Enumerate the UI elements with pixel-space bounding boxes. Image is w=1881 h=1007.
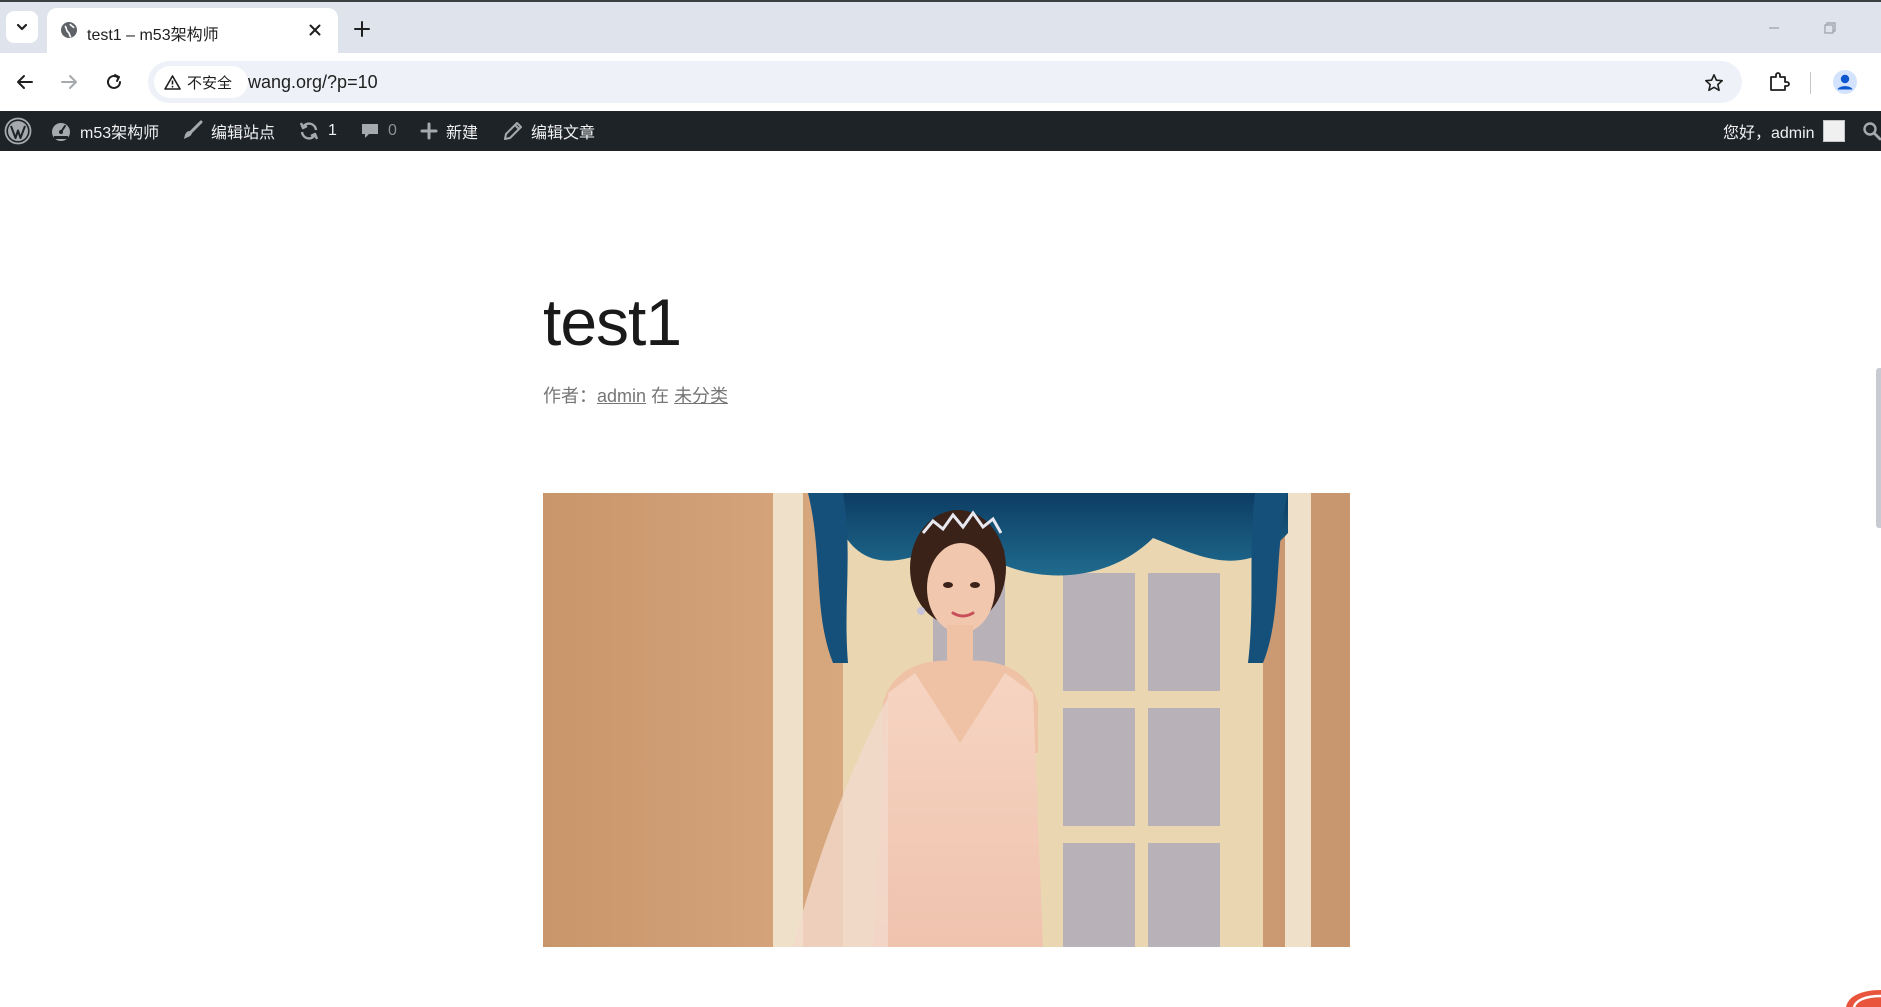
- updates-link[interactable]: 1: [298, 111, 337, 151]
- reload-button[interactable]: [99, 67, 129, 97]
- minimize-button[interactable]: [1762, 16, 1786, 40]
- bookmark-button[interactable]: [1702, 71, 1726, 95]
- featured-image-illustration: [543, 493, 1350, 947]
- restore-icon: [1824, 22, 1836, 34]
- browser-toolbar: 不安全 wang.org/?p=10: [0, 53, 1881, 111]
- profile-button[interactable]: [1830, 67, 1860, 97]
- category-prefix: 在: [651, 386, 670, 406]
- greeting-label: 您好，admin: [1723, 125, 1815, 142]
- arrow-right-icon: [61, 75, 77, 89]
- search-icon: [1863, 122, 1881, 141]
- corner-badge-icon: [1846, 990, 1881, 1007]
- customize-label: 编辑站点: [211, 125, 276, 142]
- close-icon: [309, 24, 321, 36]
- scroll-indicator[interactable]: [1876, 368, 1881, 528]
- puzzle-icon: [1770, 72, 1790, 91]
- post-meta: 作者：admin 在 未分类: [543, 382, 728, 408]
- avatar: [1822, 120, 1845, 142]
- browser-tab-strip: test1 – m53架构师: [0, 0, 1881, 55]
- wordpress-logo-icon: [4, 117, 32, 145]
- site-security-chip[interactable]: 不安全: [154, 66, 248, 98]
- comment-bubble-icon: [362, 124, 378, 138]
- globe-icon: [61, 22, 77, 38]
- site-name-label: m53架构师: [80, 125, 160, 142]
- url-text[interactable]: wang.org/?p=10: [248, 72, 378, 93]
- back-button[interactable]: [10, 67, 40, 97]
- comments-count: 0: [388, 122, 397, 139]
- edit-post-label: 编辑文章: [531, 125, 596, 142]
- restore-button[interactable]: [1818, 16, 1842, 40]
- arrow-left-icon: [17, 75, 33, 89]
- pencil-icon: [504, 122, 522, 140]
- comments-link[interactable]: 0: [360, 111, 397, 151]
- tab-close-button[interactable]: [305, 20, 325, 40]
- reload-icon: [107, 74, 121, 89]
- security-label: 不安全: [187, 74, 233, 92]
- extensions-button[interactable]: [1764, 67, 1794, 97]
- tab-title: test1 – m53架构师: [87, 27, 219, 44]
- paintbrush-icon: [184, 120, 203, 139]
- wp-logo-menu[interactable]: [4, 111, 32, 151]
- my-account-menu[interactable]: 您好，admin: [1723, 111, 1845, 151]
- author-link[interactable]: admin: [597, 386, 646, 406]
- new-tab-button[interactable]: [350, 17, 374, 41]
- browser-tab-active[interactable]: test1 – m53架构师: [47, 8, 338, 55]
- plus-icon: [420, 122, 438, 140]
- site-name-menu[interactable]: m53架构师: [50, 111, 159, 151]
- new-label: 新建: [446, 125, 479, 142]
- featured-image: [543, 493, 1350, 947]
- dashboard-icon: [52, 123, 70, 141]
- update-icon: [299, 122, 319, 140]
- warning-icon: [164, 74, 181, 90]
- tab-search-button[interactable]: [6, 11, 38, 43]
- plus-icon: [354, 21, 370, 37]
- post-title: test1: [543, 285, 682, 359]
- search-toggle[interactable]: [1862, 111, 1881, 151]
- author-prefix: 作者：: [543, 386, 597, 406]
- address-bar[interactable]: 不安全 wang.org/?p=10: [148, 61, 1742, 103]
- updates-count: 1: [328, 122, 337, 139]
- new-content-menu[interactable]: 新建: [420, 111, 478, 151]
- customize-site-link[interactable]: 编辑站点: [181, 111, 275, 151]
- chevron-down-icon: [16, 23, 28, 31]
- star-icon: [1705, 74, 1723, 92]
- category-link[interactable]: 未分类: [674, 386, 728, 406]
- forward-button[interactable]: [54, 67, 84, 97]
- minimize-icon: [1769, 27, 1779, 29]
- wp-admin-bar: m53架构师 编辑站点 1 0 新建 编辑文章 您好，admin: [0, 111, 1881, 151]
- edit-post-link[interactable]: 编辑文章: [503, 111, 595, 151]
- toolbar-divider: [1810, 72, 1811, 94]
- avatar-icon: [1833, 70, 1857, 94]
